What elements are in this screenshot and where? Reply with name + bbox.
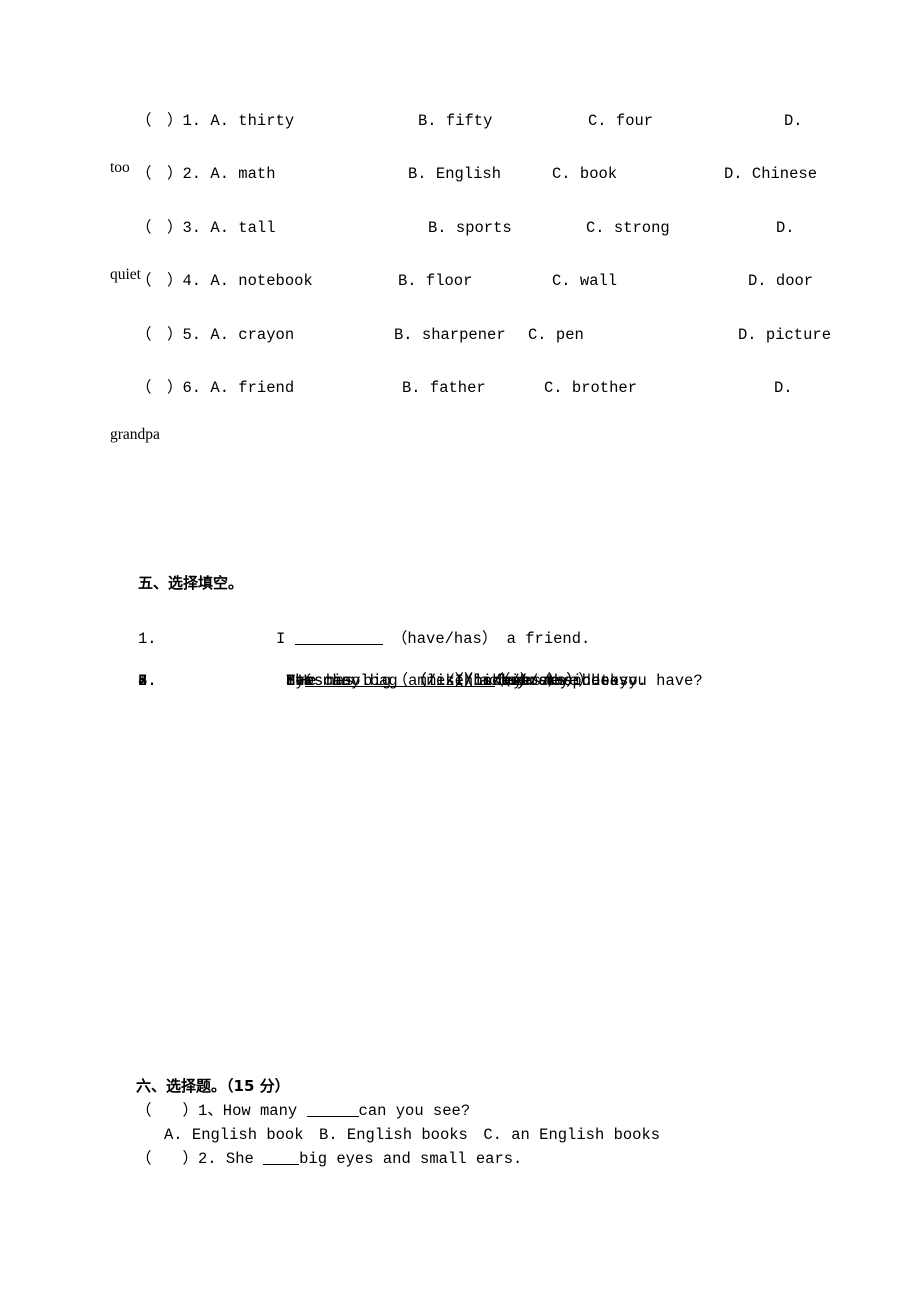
question-2-stem: （ ）2. She: [136, 1150, 264, 1168]
answer-blank[interactable]: [306, 1116, 359, 1117]
mc-row: （ ）4. A. notebook B. floor C. wall D. do…: [136, 272, 836, 291]
mc-lead: （ ）6. A. friend: [136, 378, 295, 397]
mc-option-b: B. English: [408, 165, 502, 184]
mc-option-d: D. Chinese: [724, 165, 818, 184]
item-text-after: （am/is） a boy.: [392, 672, 536, 690]
section-four-choices: （ ）1. A. thirty B. fifty C. four D. too …: [110, 112, 836, 443]
answer-blank[interactable]: [294, 644, 383, 645]
exam-page: （ ）1. A. thirty B. fifty C. four D. too …: [0, 0, 920, 1302]
question-1-stem: （ ）1、How many: [136, 1102, 307, 1120]
mc-row: （ ）3. A. tall B. sports C. strong D. qui…: [110, 218, 836, 283]
item-text: I （have/has） a friend.: [276, 630, 590, 649]
mc-wrapped-option-text: grandpa: [110, 425, 160, 443]
question-1-tail: can you see?: [358, 1102, 471, 1120]
mc-option-c: C. four: [588, 112, 654, 130]
question-2-tail: big eyes and small ears.: [299, 1150, 523, 1168]
mc-option-c: C. strong: [586, 218, 670, 237]
mc-lead: （ ）4. A. notebook: [136, 272, 313, 291]
mc-row: （ ）6. A. friend B. father C. brother D. …: [110, 378, 836, 443]
mc-option-b: B. fifty: [418, 112, 493, 130]
mc-option-b: B. father: [402, 378, 486, 397]
mc-option-d: D.: [776, 218, 795, 237]
mc-option-c: C. brother: [544, 378, 638, 397]
mc-lead: （ ）1. A. thirty: [136, 112, 295, 130]
item-number: 8.: [138, 672, 157, 690]
section-five-items: 1. I （have/has） a friend. 2. She （like/l…: [138, 630, 878, 690]
mc-row: （ ）5. A. crayon B. sharpener C. pen D. p…: [136, 326, 836, 345]
section-six-question-2: （ ）2. She big eyes and small ears.: [136, 1147, 856, 1171]
mc-option-d: D. door: [748, 272, 814, 291]
section-six-question-1-options[interactable]: A. English book B. English books C. an E…: [136, 1123, 856, 1147]
section-five-heading: 五、选择填空。: [138, 574, 244, 592]
mc-row: （ ）2. A. math B. English C. book D. Chin…: [136, 165, 836, 184]
mc-option-b: B. floor: [398, 272, 473, 291]
section-six-score: （15 分）: [226, 1077, 290, 1095]
mc-wrapped-option-text: too: [110, 159, 130, 176]
item-text-after: （have/has） a friend.: [382, 630, 591, 648]
mc-option-d: D.: [774, 378, 793, 397]
section-six-question-1: （ ）1、How many can you see?: [136, 1099, 856, 1123]
mc-option-d: D. picture: [738, 325, 832, 344]
section-six-heading-label: 六、选择题。: [136, 1077, 227, 1095]
mc-lead: （ ）5. A. crayon: [136, 325, 295, 344]
mc-row: （ ）1. A. thirty B. fifty C. four D. too: [110, 112, 836, 176]
mc-option-c: C. pen: [528, 325, 584, 344]
answer-blank[interactable]: [263, 1164, 300, 1165]
mc-option-d: D.: [784, 112, 803, 130]
item-number: 1.: [138, 630, 157, 648]
mc-option-c: C. wall: [552, 272, 618, 291]
section-six: 六、选择题。（15 分） （ ）1、How many can you see? …: [136, 1074, 856, 1171]
mc-option-b: B. sharpener: [394, 325, 506, 344]
mc-lead: （ ）2. A. math: [136, 165, 276, 184]
item-text-before: I: [276, 630, 295, 648]
mc-option-c: C. book: [552, 165, 618, 184]
item-text-before: I: [286, 672, 305, 690]
answer-blank[interactable]: [304, 686, 393, 687]
mc-lead: （ ）3. A. tall: [136, 218, 276, 237]
section-six-heading: 六、选择题。（15 分）: [136, 1074, 856, 1099]
item-text: I （am/is） a boy.: [286, 672, 535, 691]
mc-option-b: B. sports: [428, 218, 512, 237]
